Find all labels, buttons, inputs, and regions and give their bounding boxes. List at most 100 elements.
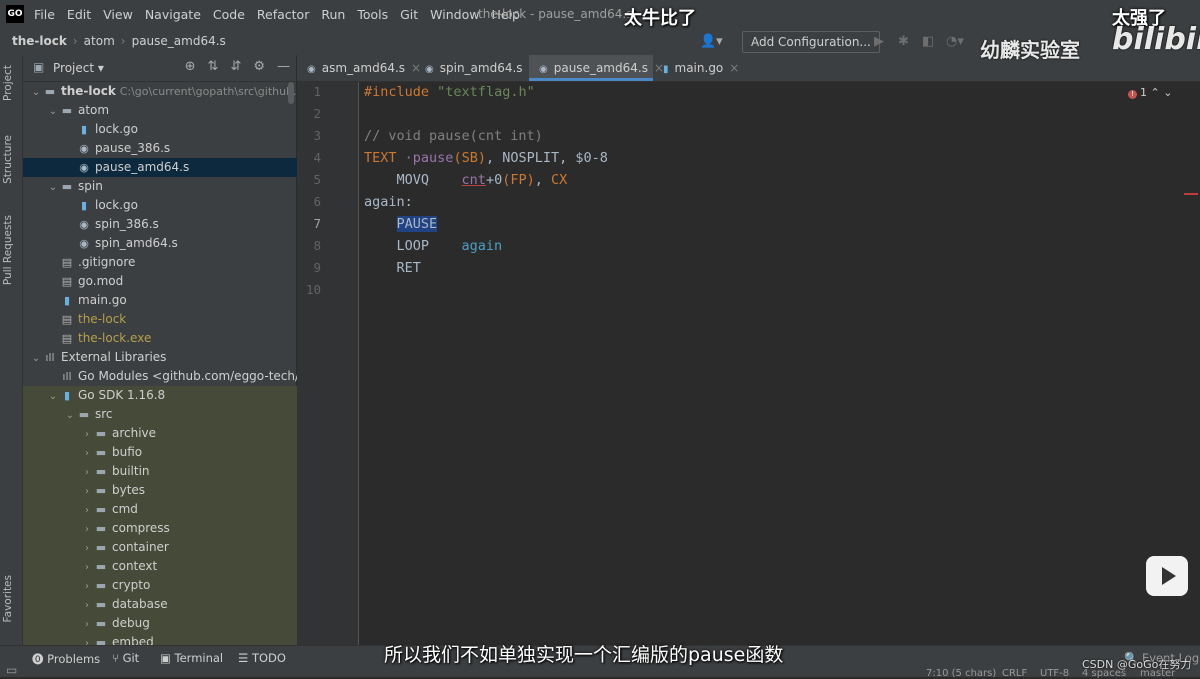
tool-tab-structure[interactable]: Structure — [2, 135, 20, 184]
chevron-down-icon[interactable]: ⌄ — [46, 387, 60, 405]
error-stripe-marker[interactable] — [1184, 193, 1198, 195]
gear-icon[interactable]: ⚙ — [253, 59, 265, 74]
chevron-right-icon[interactable]: › — [80, 482, 94, 500]
error-icon: ! — [1128, 90, 1137, 99]
tab-asm-amd64[interactable]: ◉ asm_amd64.s × — [297, 55, 425, 81]
menu-edit[interactable]: Edit — [67, 7, 91, 22]
folder-icon: ▬ — [95, 560, 107, 573]
play-icon[interactable] — [1146, 556, 1188, 596]
close-icon[interactable]: × — [729, 61, 739, 75]
chevron-down-icon[interactable]: ⌄ — [29, 349, 43, 367]
tree-item[interactable]: ◉ pause_amd64.s — [23, 158, 336, 177]
folder-icon: ▬ — [95, 522, 107, 535]
menu-code[interactable]: Code — [213, 7, 245, 22]
line-number: 9 — [313, 260, 321, 275]
bottom-tab-problems[interactable]: ⓿ Problems — [32, 651, 100, 667]
line-number: 3 — [313, 128, 321, 143]
chevron-down-icon[interactable]: ⌄ — [46, 178, 60, 196]
line-number: 2 — [313, 106, 321, 121]
folder-icon: ▬ — [61, 104, 73, 117]
menu-git[interactable]: Git — [400, 7, 418, 22]
menu-file[interactable]: File — [34, 7, 55, 22]
tab-pause-amd64[interactable]: ◉ pause_amd64.s × — [529, 55, 664, 81]
bottom-tab-git[interactable]: ⑂ Git — [112, 651, 139, 665]
expand-all-icon[interactable]: ⇅ — [208, 59, 219, 74]
breadcrumb-file[interactable]: pause_amd64.s — [132, 34, 226, 48]
collapse-all-icon[interactable]: ⇵ — [230, 59, 241, 74]
project-scrollbar[interactable] — [288, 82, 294, 104]
chevron-right-icon[interactable]: › — [80, 501, 94, 519]
tree-item[interactable]: ▮ main.go — [23, 291, 319, 310]
chevron-right-icon[interactable]: › — [80, 539, 94, 557]
status-encoding[interactable]: UTF-8 — [1040, 668, 1069, 679]
tool-tab-project[interactable]: Project — [2, 65, 20, 101]
tree-item[interactable]: ▤ the-lock.exe — [23, 329, 319, 348]
tree-item-label: go.mod — [78, 274, 124, 288]
status-caret-position[interactable]: 7:10 (5 chars) — [926, 668, 996, 679]
tree-item[interactable]: ◉ spin_amd64.s — [23, 234, 336, 253]
menu-run[interactable]: Run — [321, 7, 345, 22]
debug-icon[interactable]: ✱ — [898, 34, 909, 49]
chevron-right-icon[interactable]: › — [80, 558, 94, 576]
user-icon[interactable]: 👤▾ — [700, 34, 723, 49]
tree-item[interactable]: ⌄ ▬ atom — [23, 101, 319, 120]
tab-spin-amd64[interactable]: ◉spin_amd64.s× — [415, 55, 539, 81]
selected-text: PAUSE — [396, 216, 438, 232]
chevron-right-icon[interactable]: › — [80, 463, 94, 481]
chevron-down-icon[interactable]: ⌄ — [63, 406, 77, 424]
chevron-right-icon[interactable]: › — [80, 520, 94, 538]
add-configuration-button[interactable]: Add Configuration... — [742, 31, 880, 53]
goland-logo-icon: GO — [6, 5, 24, 23]
breadcrumb-folder[interactable]: atom — [84, 34, 115, 48]
tree-item[interactable]: ⌄ ▬ the-lock C:\go\current\gopath\src\gith… — [23, 82, 302, 101]
code-line-1: #include "textflag.h" — [364, 84, 535, 100]
code-line-4: TEXT ·pause(SB), NOSPLIT, $0-8 — [364, 150, 608, 166]
tree-item[interactable]: ⌄ ▮ Go SDK 1.16.8 — [23, 386, 319, 405]
main-menu: File Edit View Navigate Code Refactor Ru… — [34, 0, 520, 28]
tree-item[interactable]: ⌄ ▬ spin — [23, 177, 319, 196]
line-number: 10 — [305, 282, 321, 297]
chevron-right-icon[interactable]: › — [80, 596, 94, 614]
tree-item[interactable]: ▮ lock.go — [23, 196, 336, 215]
menu-navigate[interactable]: Navigate — [145, 7, 201, 22]
locate-icon[interactable]: ⊕ — [185, 59, 196, 74]
chevron-down-icon[interactable]: ⌄ — [46, 102, 60, 120]
tree-item[interactable]: ▤ go.mod — [23, 272, 319, 291]
tree-item[interactable]: ▤ the-lock — [23, 310, 319, 329]
chevron-down-icon[interactable]: ⌄ — [29, 83, 43, 101]
bottom-tab-terminal[interactable]: ▣ Terminal — [160, 651, 223, 665]
chevron-up-icon[interactable]: ⌃ — [1151, 86, 1160, 99]
chevron-right-icon[interactable]: › — [80, 425, 94, 443]
chevron-right-icon[interactable]: › — [80, 577, 94, 595]
project-view-selector[interactable]: Project ▾ — [53, 61, 104, 75]
layout-icon[interactable]: ▭ — [6, 663, 17, 677]
tool-tab-favorites[interactable]: Favorites — [2, 575, 20, 622]
profile-icon[interactable]: ◔▾ — [946, 34, 964, 49]
tree-item[interactable]: ▮ lock.go — [23, 120, 336, 139]
code-line-3: // void pause(cnt int) — [364, 128, 543, 144]
bottom-tab-todo[interactable]: ☰ TODO — [238, 651, 286, 665]
error-indicator[interactable]: ! 1 ⌃ ⌄ — [1128, 86, 1172, 99]
tab-main-go[interactable]: ▮ main.go × — [653, 55, 753, 81]
tree-item[interactable]: ◉ pause_386.s — [23, 139, 336, 158]
tree-item[interactable]: ◉ spin_386.s — [23, 215, 336, 234]
tree-item[interactable]: ıll Go Modules <github.com/eggo-tech/the-… — [23, 367, 319, 386]
chevron-right-icon[interactable]: › — [80, 444, 94, 462]
menu-window[interactable]: Window — [430, 7, 479, 22]
hide-icon[interactable]: — — [277, 59, 290, 74]
chevron-down-icon[interactable]: ⌄ — [1163, 86, 1172, 99]
tree-item[interactable]: ⌄ ıll External Libraries — [23, 348, 302, 367]
status-line-separator[interactable]: CRLF — [1002, 668, 1027, 679]
coverage-icon[interactable]: ◧ — [922, 34, 934, 49]
menu-view[interactable]: View — [103, 7, 133, 22]
breadcrumb-project[interactable]: the-lock — [12, 34, 67, 48]
chevron-right-icon[interactable]: › — [80, 615, 94, 633]
run-icon[interactable]: ▶ — [874, 34, 884, 49]
code-editor[interactable]: #include "textflag.h" // void pause(cnt … — [359, 82, 1200, 645]
tool-tab-pull-requests[interactable]: Pull Requests — [2, 215, 20, 285]
menu-tools[interactable]: Tools — [357, 7, 388, 22]
tree-item-label: bytes — [112, 483, 146, 497]
tree-item[interactable]: ▤ .gitignore — [23, 253, 319, 272]
menu-refactor[interactable]: Refactor — [257, 7, 309, 22]
tree-item[interactable]: ⌄ ▬ src — [23, 405, 336, 424]
